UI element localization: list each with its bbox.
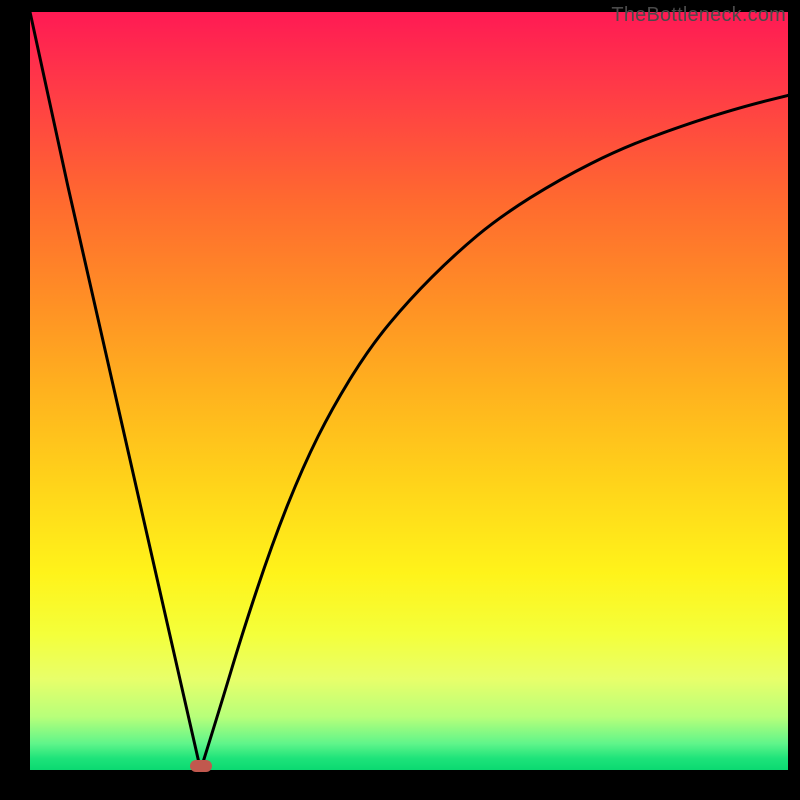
minimum-marker bbox=[190, 760, 212, 772]
plot-area bbox=[30, 12, 788, 770]
bottleneck-curve bbox=[30, 12, 788, 770]
chart-container: TheBottleneck.com bbox=[0, 0, 800, 800]
curve-path bbox=[30, 12, 788, 770]
